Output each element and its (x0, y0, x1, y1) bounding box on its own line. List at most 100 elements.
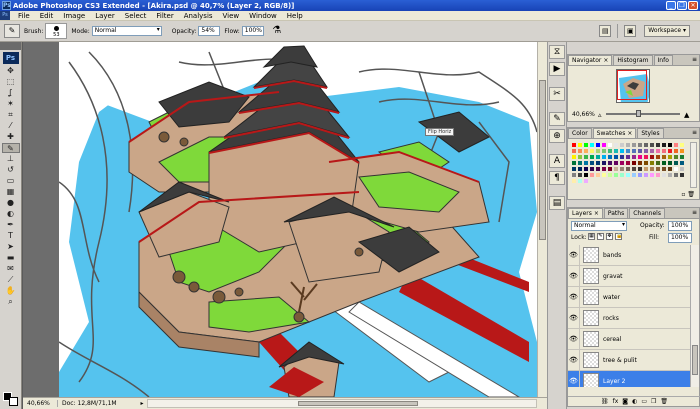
status-menu-arrow-icon[interactable]: ▸ (137, 400, 147, 407)
menu-filter[interactable]: Filter (151, 12, 178, 20)
panel-menu-icon[interactable]: ≡ (692, 56, 697, 63)
menu-image[interactable]: Image (58, 12, 90, 20)
vertical-scrollbar[interactable] (537, 42, 547, 397)
menu-view[interactable]: View (218, 12, 245, 20)
tab-color[interactable]: Color (568, 128, 592, 138)
tab-navigator[interactable]: Navigator × (568, 55, 613, 65)
eraser-tool-icon[interactable]: ▭ (2, 176, 20, 186)
zoom-tool-icon[interactable]: ⌕ (2, 297, 20, 307)
new-layer-icon[interactable]: ❐ (651, 398, 656, 405)
doc-size-info[interactable]: Doc: 12,8M/71,1M (57, 400, 137, 407)
visibility-eye-icon[interactable]: 👁 (568, 307, 580, 329)
dodge-tool-icon[interactable]: ◐ (2, 209, 20, 219)
swatches-scrollbar[interactable] (690, 142, 697, 188)
actions-panel-icon[interactable]: ▶ (549, 62, 565, 76)
type-tool-icon[interactable]: T (2, 231, 20, 241)
color-swatch[interactable] (583, 178, 589, 184)
layer-comps-panel-icon[interactable]: ▤ (549, 196, 565, 210)
tab-styles[interactable]: Styles (637, 128, 664, 138)
bridge-icon[interactable]: ▣ (624, 25, 637, 37)
folder-icon[interactable]: ▭ (641, 398, 647, 405)
visibility-eye-icon[interactable]: 👁 (568, 370, 580, 387)
app-menu-icon[interactable]: Ps (0, 11, 10, 20)
layer-row[interactable]: 👁 Layer 2 (568, 370, 691, 387)
menu-select[interactable]: Select (120, 12, 152, 20)
visibility-eye-icon[interactable]: 👁 (568, 286, 580, 308)
history-brush-tool-icon[interactable]: ↺ (2, 165, 20, 175)
pen-tool-icon[interactable]: ✒ (2, 220, 20, 230)
notes-tool-icon[interactable]: ✉ (2, 264, 20, 274)
tab-histogram[interactable]: Histogram (613, 55, 653, 65)
zoom-level[interactable]: 40,66% (23, 400, 57, 407)
brush-tool-icon[interactable]: ✎ (1, 143, 20, 153)
brush-preset-picker[interactable]: 53 (45, 23, 68, 39)
swatches-footer-icons[interactable]: ▫ 🗑 (681, 191, 695, 198)
brushes-palette-icon[interactable]: ▤ (599, 25, 612, 37)
airbrush-icon[interactable]: ⚗ (270, 24, 284, 38)
marquee-tool-icon[interactable]: ⬚ (2, 77, 20, 87)
fill-input[interactable]: 100% (668, 233, 692, 243)
lock-transparency-icon[interactable]: ▦ (588, 233, 595, 240)
image-canvas[interactable] (59, 42, 537, 397)
opacity-input[interactable]: 54% (198, 26, 221, 36)
menu-file[interactable]: File (13, 12, 35, 20)
link-icon[interactable]: ⛓ (601, 398, 609, 405)
shape-tool-icon[interactable]: ▬ (2, 253, 20, 263)
blend-mode-select[interactable]: Normal (571, 221, 627, 231)
menu-edit[interactable]: Edit (35, 12, 59, 20)
paragraph-panel-icon[interactable]: ¶ (549, 171, 565, 185)
crop-tool-icon[interactable]: ⌗ (2, 110, 20, 120)
path-selection-tool-icon[interactable]: ➤ (2, 242, 20, 252)
tab-swatches[interactable]: Swatches × (592, 128, 637, 138)
zoom-in-icon[interactable]: ▲ (684, 111, 689, 119)
blur-tool-icon[interactable]: ● (2, 198, 20, 208)
restore-button[interactable]: ❐ (677, 1, 687, 10)
clone-source-panel-icon[interactable]: ⊕ (549, 129, 565, 143)
layer-row[interactable]: 👁 water (568, 286, 691, 308)
move-tool-icon[interactable]: ✥ (2, 66, 20, 76)
horizontal-scrollbar[interactable] (147, 399, 537, 408)
lock-all-icon[interactable]: 🔒 (615, 233, 622, 240)
layer-row[interactable]: 👁 rocks (568, 307, 691, 329)
menu-help[interactable]: Help (282, 12, 308, 20)
trash-icon[interactable]: 🗑 (660, 398, 668, 405)
close-button[interactable]: ✕ (688, 1, 698, 10)
visibility-eye-icon[interactable]: 👁 (568, 265, 580, 287)
layer-row[interactable]: 👁 bands (568, 245, 691, 266)
horizontal-scroll-thumb[interactable] (298, 401, 418, 406)
mask-icon[interactable]: ◙ (622, 398, 628, 405)
toolbox-header[interactable] (0, 42, 21, 50)
hand-tool-icon[interactable]: ✋ (2, 286, 20, 296)
menu-layer[interactable]: Layer (90, 12, 120, 20)
flow-input[interactable]: 100% (241, 26, 264, 36)
navigator-zoom[interactable]: 40,66% (572, 111, 595, 118)
slice-tool-icon[interactable]: ⁄ (2, 121, 20, 131)
lasso-tool-icon[interactable]: ʆ (2, 88, 20, 98)
layers-scrollbar[interactable] (690, 245, 699, 387)
brushes-panel-icon[interactable]: ✎ (549, 112, 565, 126)
zoom-out-icon[interactable]: ▵ (598, 111, 602, 119)
navigator-view-box[interactable] (617, 70, 647, 100)
vertical-scroll-thumb[interactable] (539, 80, 546, 240)
history-panel-icon[interactable]: ⧖ (549, 45, 565, 59)
tool-preset-picker[interactable]: ✎ (4, 24, 20, 38)
adjustment-icon[interactable]: ◐ (632, 398, 637, 405)
navigator-zoom-knob[interactable] (636, 110, 641, 117)
layer-row[interactable]: 👁 gravat (568, 265, 691, 287)
fx-icon[interactable]: fx (613, 398, 619, 405)
layers-scroll-thumb[interactable] (692, 345, 698, 375)
healing-brush-tool-icon[interactable]: ✚ (2, 132, 20, 142)
layer-row[interactable]: 👁 tree & pulit (568, 349, 691, 371)
panel-menu-icon[interactable]: ≡ (692, 129, 697, 136)
background-color-swatch[interactable] (9, 397, 18, 406)
lock-position-icon[interactable]: ✥ (606, 233, 613, 240)
visibility-eye-icon[interactable]: 👁 (568, 349, 580, 371)
tab-layers[interactable]: Layers × (568, 208, 603, 218)
clone-stamp-tool-icon[interactable]: ⊥ (2, 154, 20, 164)
navigator-thumbnail[interactable] (616, 69, 650, 103)
eyedropper-tool-icon[interactable]: ⟋ (2, 275, 20, 285)
menu-window[interactable]: Window (244, 12, 282, 20)
tools-preset-panel-icon[interactable]: ✂ (549, 87, 565, 101)
magic-wand-tool-icon[interactable]: ✶ (2, 99, 20, 109)
menu-analysis[interactable]: Analysis (179, 12, 218, 20)
